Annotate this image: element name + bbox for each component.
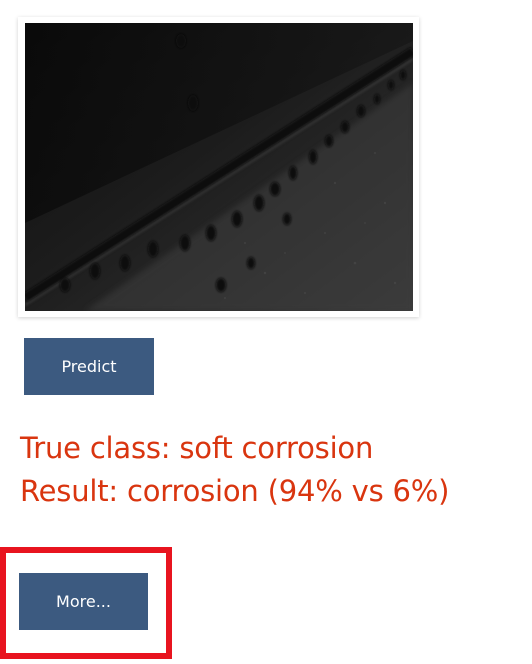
- prediction-result-label: Result: corrosion (94% vs 6%): [20, 474, 450, 508]
- corrosion-photo: [25, 23, 413, 311]
- page: Predict True class: soft corrosion Resul…: [0, 0, 532, 664]
- image-card: [18, 17, 419, 317]
- more-button[interactable]: More...: [19, 573, 148, 630]
- result-text: True class: soft corrosion Result: corro…: [20, 427, 525, 513]
- photo-drawing: [25, 23, 413, 311]
- predict-button[interactable]: Predict: [24, 338, 154, 395]
- true-class-label: True class: soft corrosion: [20, 431, 374, 465]
